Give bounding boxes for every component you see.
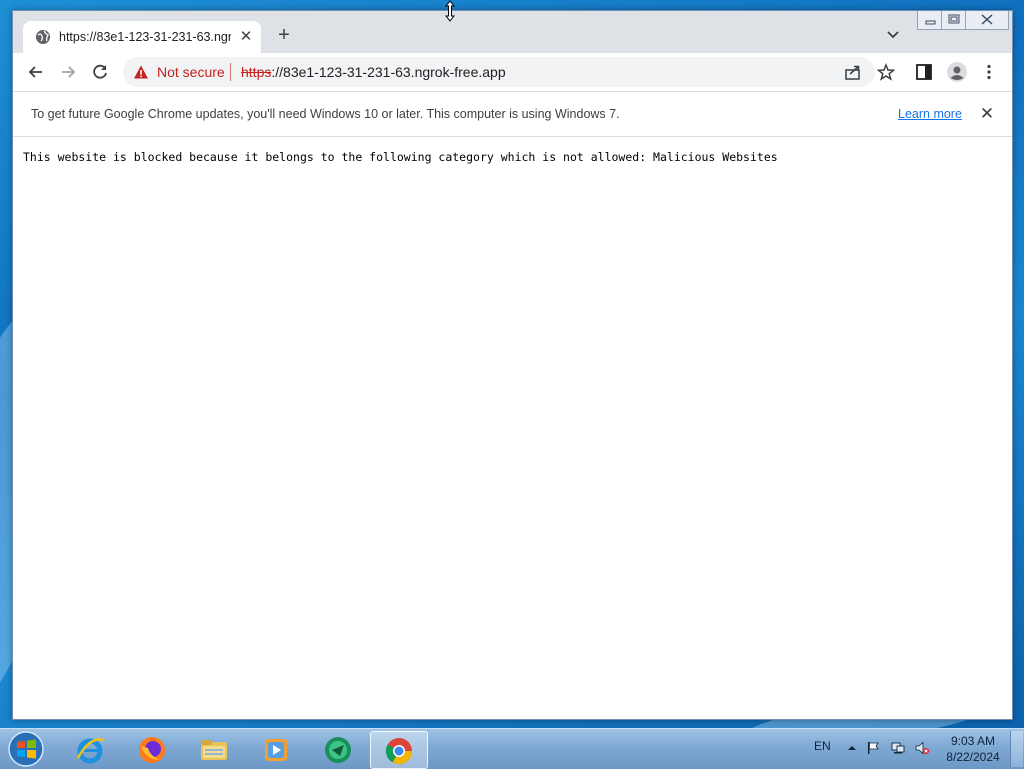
taskbar-chrome[interactable] — [370, 731, 428, 769]
url-host: ://83e1-123-31-231-63.ngrok-free.app — [271, 64, 506, 80]
update-infobar: To get future Google Chrome updates, you… — [13, 91, 1012, 137]
minimize-button[interactable] — [917, 11, 943, 30]
infobar-close-icon[interactable]: ✕ — [977, 104, 997, 124]
clock-date: 8/22/2024 — [946, 750, 1000, 764]
blocked-message: This website is blocked because it belon… — [23, 150, 778, 164]
more-menu-icon[interactable] — [980, 63, 998, 81]
new-tab-button[interactable]: + — [273, 24, 295, 46]
chrome-icon — [385, 738, 413, 765]
side-panel-icon[interactable] — [915, 63, 933, 81]
globe-icon — [36, 30, 50, 44]
url-text[interactable]: https://83e1-123-31-231-63.ngrok-free.ap… — [241, 64, 506, 80]
resize-cursor-icon — [444, 0, 456, 22]
taskbar-internet-explorer[interactable] — [62, 731, 118, 767]
close-window-button[interactable] — [965, 11, 1009, 30]
clock-time: 9:03 AM — [950, 734, 996, 748]
tab-close-icon[interactable]: ✕ — [237, 28, 255, 46]
taskbar-green-app[interactable] — [310, 731, 366, 767]
maximize-button[interactable] — [941, 11, 967, 30]
browser-tab[interactable]: https://83e1-123-31-231-63.ngrok-free.ap… — [23, 21, 261, 53]
browser-toolbar: Not secure https://83e1-123-31-231-63.ng… — [13, 53, 1012, 91]
chrome-window: https://83e1-123-31-231-63.ngrok-free.ap… — [12, 10, 1013, 720]
green-app-icon — [325, 737, 351, 763]
back-arrow-icon[interactable] — [26, 62, 46, 82]
media-player-icon — [265, 739, 287, 761]
internet-explorer-icon — [76, 738, 105, 764]
warning-triangle-icon[interactable] — [133, 64, 149, 80]
taskbar-media-player[interactable] — [248, 731, 304, 767]
show-desktop-button[interactable] — [1010, 731, 1023, 767]
close-icon — [981, 14, 993, 25]
restore-icon — [948, 14, 960, 24]
firefox-icon — [139, 737, 165, 763]
page-content: This website is blocked because it belon… — [13, 137, 1012, 719]
system-clock[interactable]: 9:03 AM 8/22/2024 — [940, 733, 1006, 765]
taskbar-firefox[interactable] — [124, 731, 180, 767]
network-icon[interactable] — [891, 741, 905, 755]
url-scheme: https — [241, 64, 272, 80]
start-button-icon[interactable] — [6, 730, 46, 768]
profile-avatar-icon[interactable] — [947, 62, 967, 82]
infobar-message: To get future Google Chrome updates, you… — [31, 107, 620, 121]
omnibox-divider — [230, 63, 231, 81]
language-indicator[interactable]: EN — [814, 739, 831, 753]
tab-title: https://83e1-123-31-231-63.ngrok-free.ap… — [59, 30, 231, 44]
file-explorer-icon — [201, 740, 227, 760]
learn-more-link[interactable]: Learn more — [898, 106, 962, 122]
show-hidden-icons-chevron-icon[interactable] — [845, 741, 859, 755]
bookmark-star-icon[interactable] — [877, 63, 895, 81]
tab-strip: https://83e1-123-31-231-63.ngrok-free.ap… — [13, 11, 1012, 53]
address-bar[interactable]: Not secure https://83e1-123-31-231-63.ng… — [123, 57, 895, 87]
volume-muted-icon[interactable] — [915, 741, 929, 755]
tab-search-chevron-icon[interactable] — [884, 27, 902, 43]
taskbar-file-explorer[interactable] — [186, 731, 242, 767]
taskbar: EN 9:03 AM 8/22/2024 — [0, 728, 1024, 769]
reload-icon[interactable] — [90, 62, 110, 82]
minimize-icon — [925, 20, 936, 25]
security-status[interactable]: Not secure — [157, 64, 225, 80]
forward-arrow-icon[interactable] — [58, 62, 78, 82]
share-icon[interactable] — [844, 63, 862, 81]
action-center-flag-icon[interactable] — [866, 741, 880, 755]
